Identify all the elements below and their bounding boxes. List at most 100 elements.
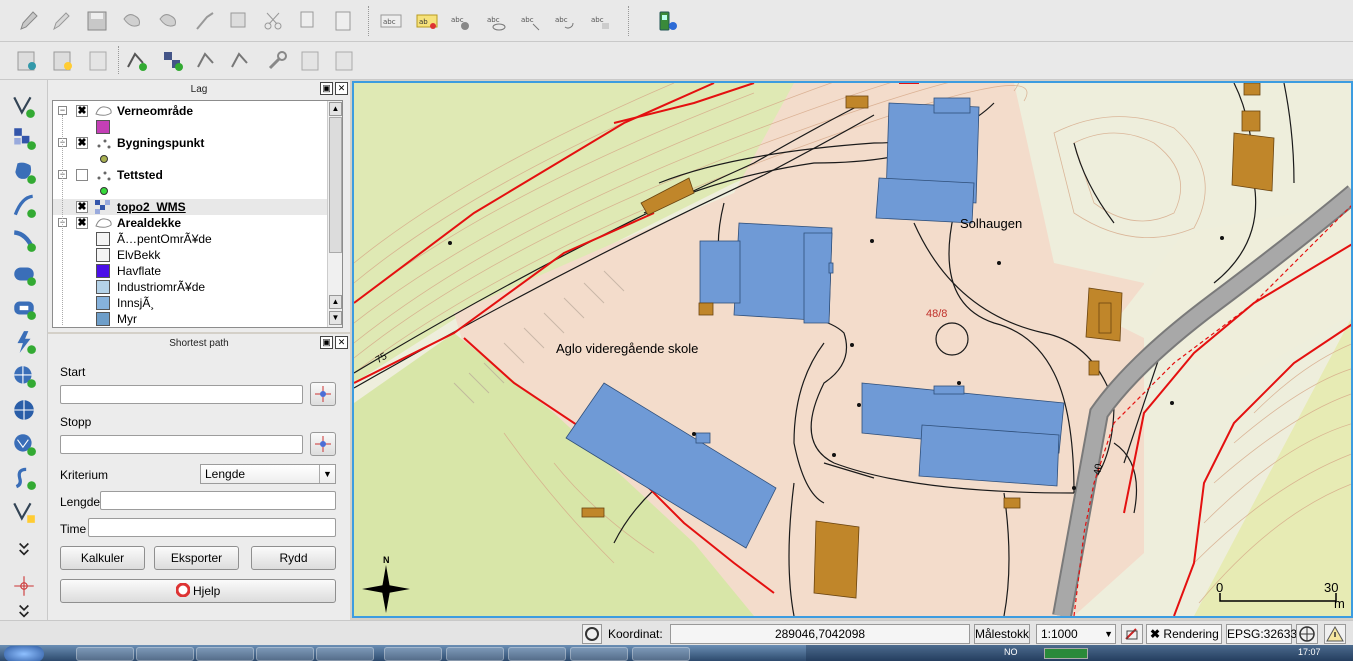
- change-label-icon[interactable]: abc: [588, 8, 614, 34]
- layer-row-topo2-wms[interactable]: ✖ topo2_WMS: [53, 199, 329, 215]
- add-delimited-text-icon[interactable]: [10, 328, 38, 356]
- messages-warning-icon[interactable]: [1324, 624, 1346, 644]
- vector-grid-icon[interactable]: [160, 48, 186, 74]
- save-edits-icon[interactable]: [84, 8, 110, 34]
- layer-row-bygningspunkt[interactable]: − ✖ Bygningspunkt: [53, 135, 329, 151]
- add-virtual-layer-icon[interactable]: [10, 464, 38, 492]
- edit-pencil-icon[interactable]: [16, 8, 42, 34]
- render-toggle[interactable]: ✖ Rendering: [1146, 624, 1222, 644]
- kriterium-select[interactable]: Lengde ▼: [200, 464, 336, 484]
- collapse-icon[interactable]: −: [58, 106, 67, 115]
- cut-features-icon[interactable]: [260, 8, 286, 34]
- lengde-input[interactable]: [100, 491, 336, 510]
- gps-plugin-icon[interactable]: [654, 8, 680, 34]
- add-postgis-icon[interactable]: [10, 158, 38, 186]
- scroll-thumb[interactable]: [329, 117, 342, 253]
- undock-button[interactable]: ▣: [320, 82, 333, 95]
- rydd-button[interactable]: Rydd: [251, 546, 336, 570]
- coordinate-field[interactable]: 289046,7042098: [670, 624, 970, 644]
- add-spatialite-icon[interactable]: [10, 192, 38, 220]
- chevron-down-icon[interactable]: ▼: [1104, 625, 1113, 643]
- new-shapefile-icon[interactable]: [10, 498, 38, 526]
- new-layer-icon[interactable]: [50, 48, 76, 74]
- layer-visibility-checkbox[interactable]: ✖: [76, 217, 88, 229]
- taskbar-app-ie[interactable]: [76, 647, 134, 661]
- stopp-input[interactable]: [60, 435, 303, 454]
- time-input[interactable]: [88, 518, 336, 537]
- taskbar-app[interactable]: [508, 647, 566, 661]
- layer-labeling-icon[interactable]: ab: [414, 8, 440, 34]
- move-label-icon[interactable]: abc: [518, 8, 544, 34]
- paste-features-icon[interactable]: [330, 8, 356, 34]
- scroll-up-arrow-icon[interactable]: ▲: [329, 295, 342, 309]
- pick-stop-button[interactable]: [310, 432, 336, 456]
- add-feature-icon[interactable]: [120, 8, 146, 34]
- close-panel-button[interactable]: ✕: [335, 336, 348, 349]
- layer-visibility-checkbox[interactable]: ✖: [76, 201, 88, 213]
- start-input[interactable]: [60, 385, 303, 404]
- node-tool-icon[interactable]: [192, 8, 218, 34]
- layer-row-arealdekke[interactable]: − ✖ Arealdekke: [53, 215, 329, 231]
- taskbar-app[interactable]: [256, 647, 314, 661]
- add-wms-icon[interactable]: [10, 362, 38, 390]
- add-wcs-icon[interactable]: [10, 396, 38, 424]
- show-hide-labels-icon[interactable]: abc: [484, 8, 510, 34]
- kalkuler-button[interactable]: Kalkuler: [60, 546, 145, 570]
- lock-scale-icon[interactable]: [1121, 624, 1143, 644]
- projection-globe-icon[interactable]: [1296, 624, 1318, 644]
- layer-visibility-checkbox[interactable]: ✖: [76, 105, 88, 117]
- label-abc-icon[interactable]: abc: [378, 8, 404, 34]
- taskbar-app[interactable]: [446, 647, 504, 661]
- taskbar-app[interactable]: [196, 647, 254, 661]
- layer-row-tettsted[interactable]: − Tettsted: [53, 167, 329, 183]
- language-indicator[interactable]: NO: [1004, 647, 1018, 657]
- copy-features-icon[interactable]: [294, 8, 320, 34]
- clock-time[interactable]: 17:07: [1298, 647, 1321, 657]
- chevron-down-icon[interactable]: ▼: [319, 465, 335, 483]
- capture-point-icon[interactable]: [10, 572, 38, 600]
- map-canvas[interactable]: Solhaugen Aglo videregående skole 48/8 7…: [352, 81, 1353, 618]
- taskbar-app[interactable]: [384, 647, 442, 661]
- vector-geometry-icon[interactable]: [124, 48, 150, 74]
- toggle-editing-icon[interactable]: [48, 8, 74, 34]
- layer-visibility-checkbox[interactable]: [76, 169, 88, 181]
- rotate-label-icon[interactable]: abc: [552, 8, 578, 34]
- render-checkbox-icon[interactable]: ✖: [1150, 627, 1160, 641]
- data-management-icon[interactable]: [298, 48, 324, 74]
- add-raster-icon[interactable]: [10, 124, 38, 152]
- crs-button[interactable]: EPSG:32633: [1226, 624, 1297, 644]
- scroll-up-arrow-icon[interactable]: ▲: [329, 102, 342, 116]
- tools-icon[interactable]: [264, 48, 290, 74]
- add-mssql-icon[interactable]: [10, 226, 38, 254]
- taskbar-app[interactable]: [316, 647, 374, 661]
- pick-start-button[interactable]: [310, 382, 336, 406]
- add-oracle-icon[interactable]: [10, 260, 38, 288]
- add-wfs-icon[interactable]: [10, 430, 38, 458]
- add-vector-layer-icon[interactable]: [14, 48, 40, 74]
- taskbar-app[interactable]: [570, 647, 628, 661]
- layer-tree-scrollbar[interactable]: ▲ ▲ ▼: [327, 101, 342, 327]
- layer-properties-icon[interactable]: [86, 48, 112, 74]
- vector-analysis-icon[interactable]: [194, 48, 220, 74]
- close-panel-button[interactable]: ✕: [335, 82, 348, 95]
- undock-button[interactable]: ▣: [320, 336, 333, 349]
- scale-combobox[interactable]: 1:1000 ▼: [1036, 624, 1116, 644]
- toggle-extents-icon[interactable]: [582, 624, 602, 644]
- scroll-down-arrow-icon[interactable]: ▼: [329, 311, 342, 325]
- toolbar-more-chevron-icon[interactable]: [10, 536, 38, 564]
- hjelp-button[interactable]: Hjelp: [60, 579, 336, 603]
- taskbar-app[interactable]: [136, 647, 194, 661]
- geoprocessing-icon[interactable]: [332, 48, 358, 74]
- delete-selected-icon[interactable]: [226, 8, 252, 34]
- layer-visibility-checkbox[interactable]: ✖: [76, 137, 88, 149]
- eksporter-button[interactable]: Eksporter: [154, 546, 239, 570]
- start-button[interactable]: [4, 646, 44, 661]
- tray-indicator[interactable]: [1044, 648, 1088, 659]
- add-vector-icon[interactable]: [10, 92, 38, 120]
- add-db2-icon[interactable]: [10, 294, 38, 322]
- pin-labels-icon[interactable]: abc: [448, 8, 474, 34]
- layer-row-verneomrade[interactable]: − ✖ Verneområde: [53, 103, 329, 119]
- vector-research-icon[interactable]: [228, 48, 254, 74]
- taskbar-app-qgis[interactable]: [632, 647, 690, 661]
- move-feature-icon[interactable]: [156, 8, 182, 34]
